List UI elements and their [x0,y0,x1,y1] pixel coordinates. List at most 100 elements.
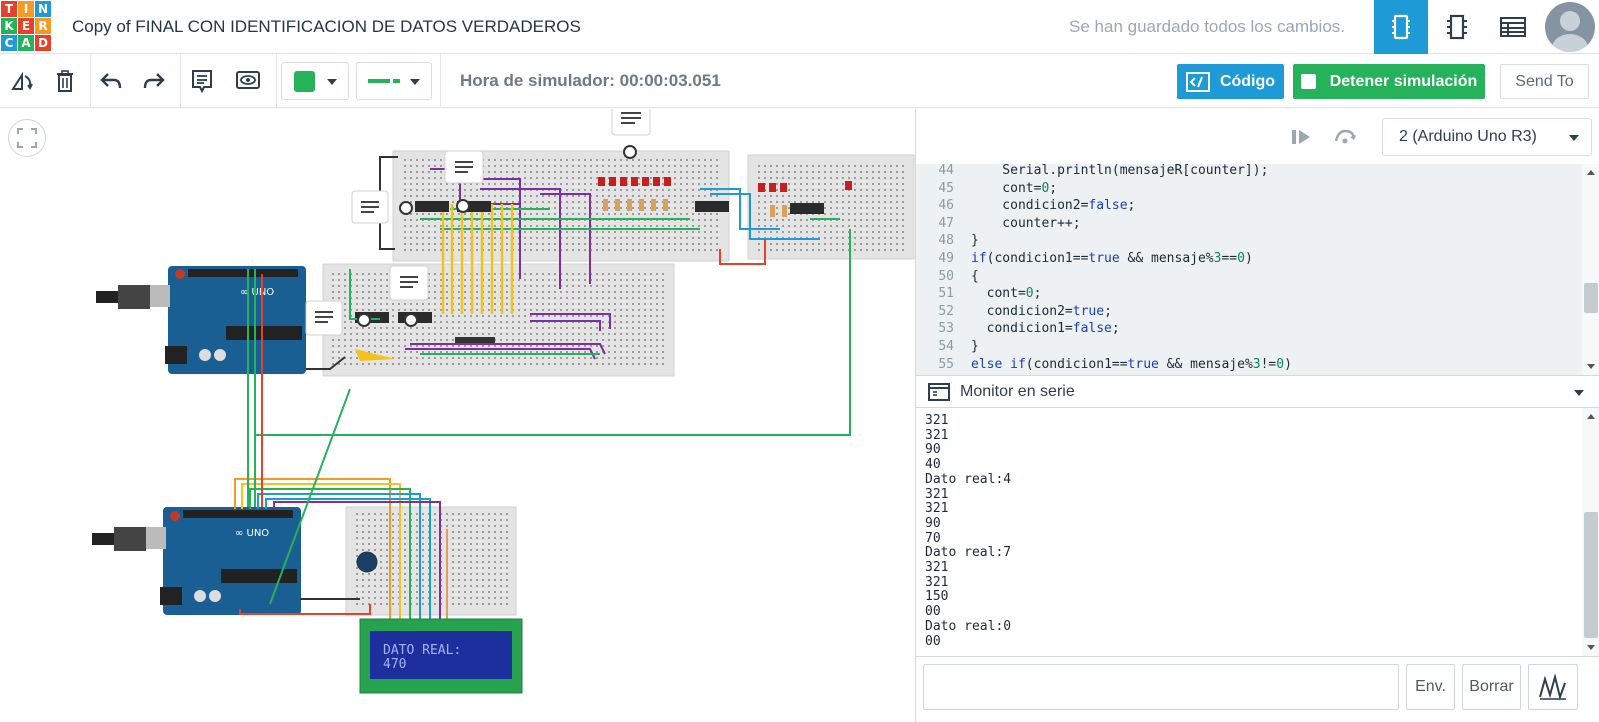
tinkercad-logo[interactable]: TIN KER CAD [0,0,51,52]
undo-icon [100,73,122,89]
code-line[interactable]: 50 { [916,268,1582,286]
serial-line: 321 [925,574,949,590]
step-button[interactable] [1286,123,1316,151]
schematic-view-button[interactable] [1430,0,1484,54]
trash-icon [57,70,73,92]
code-line[interactable]: 51 cont=0; [916,285,1582,303]
save-status: Se han guardado todos los cambios. [1069,17,1345,36]
wire-style-dropdown[interactable] [356,62,432,100]
code-text: else if(condicion1==true && mensaje%3!=0… [971,356,1292,372]
code-line[interactable]: 52 condicion2=true; [916,303,1582,321]
serial-line: 321 [925,560,949,575]
component-list-icon [1500,17,1526,37]
logo-letter: I [18,1,34,17]
lcd-display[interactable]: DATO REAL: 470 [359,618,523,694]
editor-toolbar: Hora de simulador: 00:00:03.051 Código D… [0,54,1599,108]
board-select-value: 2 (Arduino Uno R3) [1399,128,1537,145]
code-line[interactable]: 53 condicion1=false; [916,320,1582,338]
logo-letter: K [1,18,17,34]
line-number: 46 [938,198,954,214]
code-line[interactable]: 44 Serial.println(mensajeR[counter]); [916,164,1582,180]
toggle-notes-visibility-button[interactable] [230,64,266,98]
document-title[interactable]: Copy of FINAL CON IDENTIFICACION DE DATO… [72,17,581,37]
fill-color-dropdown[interactable] [281,62,349,100]
code-text: cont=0; [971,286,1042,302]
code-line[interactable]: 55 else if(condicion1==true && mensaje%3!… [916,356,1582,374]
circuit-view-icon [1392,14,1410,40]
code-button[interactable]: Código [1177,64,1284,99]
usb-cable-1 [96,285,170,309]
serial-clear-button[interactable]: Borrar [1462,664,1521,710]
serial-line: 321 [925,427,949,443]
scroll-thumb[interactable] [1584,512,1598,638]
chevron-down-icon [1569,135,1579,141]
component-list-button[interactable] [1486,0,1540,54]
circuit-drawing: ∞ UNO ∞ UNO DATO REAL: 470 [92,109,915,694]
code-line[interactable]: 49 if(condicion1==true && mensaje%3==0) [916,250,1582,268]
restart-icon [1334,129,1356,144]
serial-line: Dato real:4 [925,471,1012,487]
stop-simulation-label: Detener simulación [1329,72,1478,90]
usb-cable-2 [92,527,166,551]
svg-text:∞ UNO: ∞ UNO [235,528,269,539]
circuit-canvas[interactable]: ∞ UNO ∞ UNO DATO REAL: 470 [0,109,915,722]
scroll-up-arrow-icon[interactable] [1587,414,1595,419]
stop-simulation-button[interactable]: Detener simulación [1293,64,1485,99]
serial-monitor-title: Monitor en serie [960,382,1075,400]
graph-button[interactable] [1528,664,1578,710]
code-line[interactable]: 46 condicion2=false; [916,197,1582,215]
line-number: 47 [938,215,954,231]
send-to-button[interactable]: Send To [1500,64,1589,99]
undo-button[interactable] [93,64,129,98]
serial-input[interactable] [923,664,1399,710]
code-text: } [971,339,979,354]
code-line[interactable]: 45 cont=0; [916,180,1582,198]
code-text: } [971,233,979,249]
serial-line: 321 [925,501,949,517]
serial-line: 90 [925,442,941,458]
scroll-down-arrow-icon[interactable] [1587,645,1595,650]
serial-scrollbar[interactable] [1582,408,1599,656]
rotate-button[interactable] [4,64,40,98]
serial-line: 150 [925,589,949,605]
line-number: 53 [938,321,954,337]
scroll-up-arrow-icon[interactable] [1587,170,1595,175]
code-text: condicion2=false; [971,198,1136,214]
serial-monitor-header[interactable]: Monitor en serie [916,375,1599,408]
arduino-uno-1[interactable]: ∞ UNO [165,266,306,374]
serial-line: Dato real:0 [925,618,1012,634]
scroll-down-arrow-icon[interactable] [1587,364,1595,369]
serial-line: 70 [925,530,941,546]
board-select[interactable]: 2 (Arduino Uno R3) [1382,118,1592,156]
chevron-down-icon[interactable] [1574,390,1584,396]
chevron-down-icon [327,79,337,85]
chevron-down-icon [410,79,420,85]
step-into-icon [1292,130,1310,144]
code-line[interactable]: 47 counter++; [916,215,1582,233]
user-avatar[interactable] [1545,2,1595,52]
delete-button[interactable] [47,64,83,98]
serial-send-button[interactable]: Env. [1406,664,1455,710]
schematic-view-icon [1447,14,1467,40]
serial-line: 00 [925,633,941,649]
eye-icon [236,71,260,89]
logo-letter: D [35,35,51,51]
line-number: 52 [938,303,954,319]
scroll-thumb[interactable] [1584,283,1598,313]
code-icon [1185,71,1210,92]
note-icon [192,70,212,93]
serial-line: 321 [925,486,949,502]
code-scrollbar[interactable] [1582,164,1599,375]
lcd-line-1: DATO REAL: [383,643,461,658]
code-editor[interactable]: 44 Serial.println(mensajeR[counter]); 45 … [916,164,1599,375]
circuit-view-button[interactable] [1374,0,1428,54]
code-line[interactable]: 54} [916,338,1582,356]
code-line[interactable]: 48} [916,232,1582,250]
code-button-label: Código [1219,72,1276,90]
serial-monitor-output[interactable]: 321 321 90 40 Dato real:4 321 321 90 70 Dato real… [916,408,1599,656]
logo-letter: R [35,18,51,34]
notes-button[interactable] [184,64,220,98]
restart-button[interactable] [1330,123,1360,151]
redo-button[interactable] [136,64,172,98]
arduino-uno-2[interactable]: ∞ UNO [160,507,301,615]
